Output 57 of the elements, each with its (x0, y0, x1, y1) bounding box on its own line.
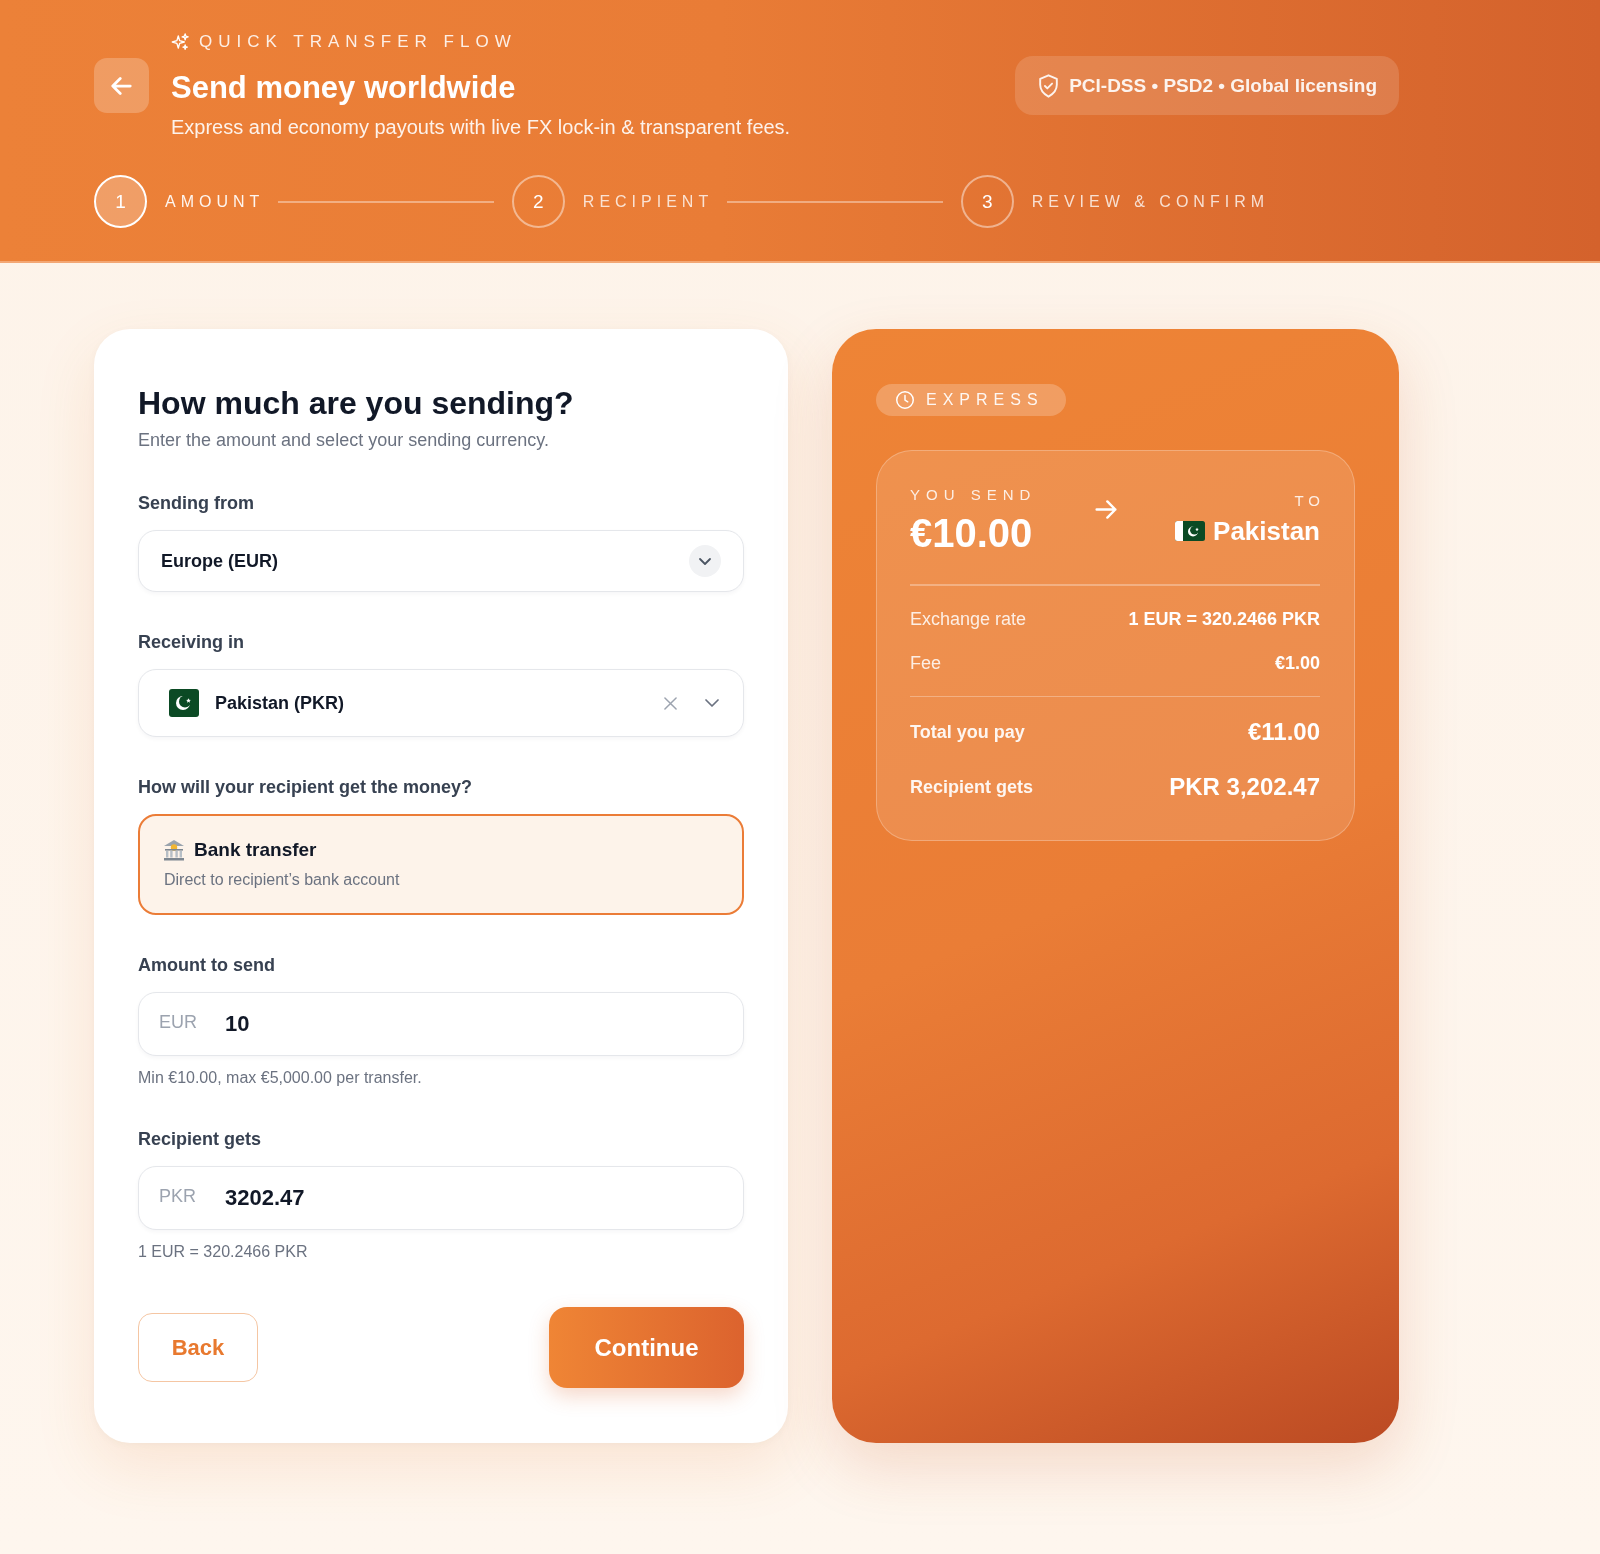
summary-value: 1 EUR = 320.2466 PKR (1128, 609, 1320, 630)
step-label: RECIPIENT (582, 192, 714, 211)
select-value: Pakistan (PKR) (215, 692, 345, 714)
field-label: Recipient gets (138, 1128, 263, 1151)
flag-icon (169, 689, 199, 717)
eyebrow-text: QUICK TRANSFER FLOW (199, 32, 517, 52)
back-button[interactable] (94, 58, 149, 113)
chevron-down-icon (689, 545, 721, 577)
compliance-text: PCI-DSS • PSD2 • Global licensing (1069, 74, 1377, 97)
amount-value: 10 (225, 1011, 250, 1037)
page-subtitle: Express and economy payouts with live FX lock-in & transparent fees. (171, 115, 791, 140)
to-label: TO (1294, 491, 1325, 511)
bank-icon (162, 838, 186, 862)
you-send-label: YOU SEND (910, 485, 1037, 505)
summary-label: Fee (910, 653, 942, 674)
step-circle: 3 (960, 175, 1014, 228)
field-label: Receiving in (138, 631, 246, 654)
tier-label: EXPRESS (926, 391, 1044, 409)
select-value: Europe (EUR) (161, 550, 278, 572)
form-subtitle: Enter the amount and select your sending currency. (138, 429, 550, 452)
shield-check-icon (1039, 73, 1059, 98)
field-label: How will your recipient get the money? (138, 776, 474, 799)
amount-input[interactable]: EUR 10 (138, 992, 744, 1056)
country-select[interactable]: Pakistan (PKR) (138, 669, 744, 737)
currency-code: PKR (159, 1185, 197, 1207)
summary-value: PKR 3,202.47 (1169, 773, 1320, 801)
payout-option[interactable]: Bank transfer Direct to recipient’s bank account (138, 814, 744, 915)
amount-value: 3202.47 (225, 1185, 305, 1211)
sparkle-icon (171, 33, 189, 51)
clock-icon (896, 391, 914, 409)
option-title: Bank transfer (194, 838, 317, 862)
option-description: Direct to recipient’s bank account (163, 870, 400, 890)
step-circle: 2 (511, 175, 565, 228)
destination-country: Pakistan (1213, 515, 1320, 547)
step-label: AMOUNT (165, 192, 265, 211)
currency-select[interactable]: Europe (EUR) (138, 530, 744, 592)
form-title: How much are you sending? (138, 384, 575, 423)
amount-input[interactable]: PKR 3202.47 (138, 1166, 744, 1230)
flag-icon (1175, 521, 1206, 541)
step-label: REVIEW & CONFIRM (1031, 192, 1269, 211)
field-label: Amount to send (138, 954, 276, 977)
currency-code: EUR (159, 1011, 198, 1033)
close-icon[interactable] (664, 696, 677, 710)
summary-label: Total you pay (910, 721, 1025, 743)
summary-value: €11.00 (1247, 718, 1320, 746)
summary-label: Recipient gets (910, 776, 1034, 798)
page-title: Send money worldwide (171, 70, 517, 106)
field-hint: Min €10.00, max €5,000.00 per transfer. (138, 1068, 423, 1088)
summary-value: €1.00 (1274, 653, 1320, 674)
arrow-right-icon (1094, 500, 1117, 519)
chevron-down-icon (705, 699, 719, 707)
step-circle: 1 (94, 175, 147, 228)
arrow-left-icon (111, 76, 132, 95)
field-hint: 1 EUR = 320.2466 PKR (138, 1242, 309, 1262)
summary-label: Exchange rate (910, 609, 1027, 630)
field-label: Sending from (138, 492, 255, 515)
send-amount: €10.00 (910, 510, 1034, 556)
